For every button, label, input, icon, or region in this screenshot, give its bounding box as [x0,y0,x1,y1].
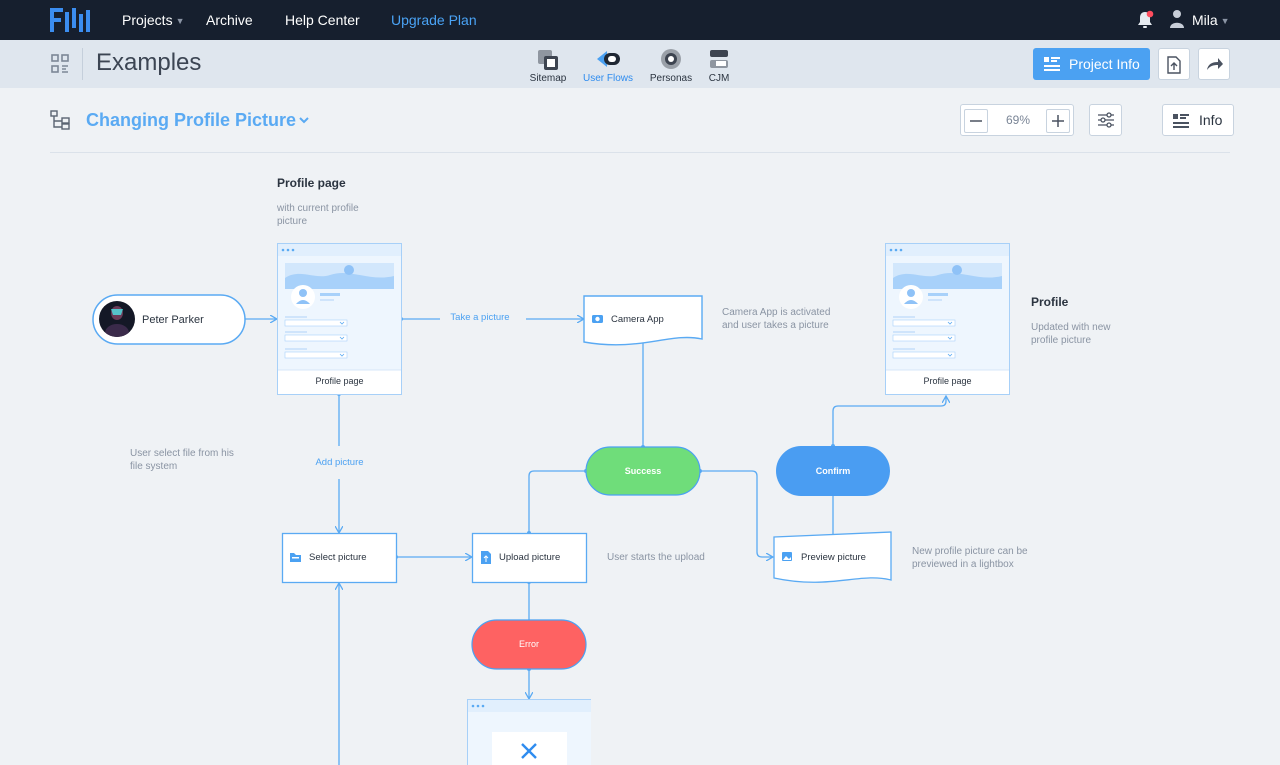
camera-icon [592,315,603,323]
connector-confirm-to-result [832,396,946,446]
export-button[interactable] [1158,48,1190,80]
tab-user-flows-label: User Flows [582,73,633,84]
upload-desc: User starts the upload [607,552,705,563]
result-desc-line1: Updated with new [1031,322,1111,333]
top-navigation-bar: Projects ▼ Archive Help Center Upgrade Pl… [0,0,1280,40]
user-name: Mila [1192,12,1218,28]
file-desc-line1: User select file from his [130,448,234,459]
info-button-label: Info [1199,112,1223,128]
share-arrow-icon [1207,58,1223,70]
notification-bell-icon[interactable] [1136,10,1154,30]
result-profile-screen-card[interactable]: Profile page [885,243,1010,395]
file-desc-line2: file system [130,461,177,472]
upload-picture-node[interactable]: Upload picture [471,532,588,584]
connector-success-to-upload [528,470,586,533]
zoom-out-button[interactable] [964,109,988,133]
result-card-label: Profile page [923,376,971,386]
error-node[interactable]: Error [471,619,587,670]
project-info-button[interactable]: Project Info [1033,48,1150,80]
project-header: Examples Sitemap User Flows Personas CJM… [0,40,1280,88]
camera-app-node[interactable]: Camera App [583,295,703,346]
personas-icon [661,49,681,69]
chevron-down-icon [299,117,309,124]
share-button[interactable] [1198,48,1230,80]
chevron-down-icon: ▼ [1220,16,1230,26]
chevron-down-icon: ▼ [175,16,185,26]
user-menu[interactable]: Mila ▼ [1192,12,1230,28]
grid-icon[interactable] [51,54,70,74]
camera-desc-line1: Camera App is activated [722,307,830,318]
camera-app-label: Camera App [611,314,664,325]
error-label: Error [519,639,539,649]
user-flow-icon [50,110,70,130]
user-avatar-icon[interactable] [1169,9,1185,29]
nav-projects-label: Projects [122,12,173,28]
sliders-icon [1098,112,1114,128]
zoom-in-button[interactable] [1046,109,1070,133]
tab-cjm[interactable]: CJM [689,48,749,84]
profile-page-screen-card[interactable]: Profile page [277,243,402,395]
tab-user-flows[interactable]: User Flows [578,48,638,84]
preview-picture-label: Preview picture [801,552,866,563]
add-picture-link[interactable]: Add picture [315,457,363,468]
profile-card-label: Profile page [315,376,363,386]
flow-title: Changing Profile Picture [86,110,297,130]
profile-page-heading: Profile page [277,176,346,190]
nav-upgrade-plan[interactable]: Upgrade Plan [391,12,477,29]
export-file-icon [1167,56,1181,74]
info-list-icon [1173,114,1189,128]
upload-file-icon [481,551,491,564]
success-label: Success [625,466,662,476]
settings-button[interactable] [1089,104,1122,136]
project-info-label: Project Info [1069,56,1140,72]
select-picture-node[interactable]: Select picture [281,532,398,584]
header-divider [82,48,83,80]
header-separator [50,152,1230,153]
nav-archive[interactable]: Archive [206,12,253,29]
minus-icon [970,120,982,122]
confirm-label: Confirm [816,466,851,476]
nav-projects[interactable]: Projects ▼ [122,12,185,30]
result-desc-line2: profile picture [1031,335,1091,346]
plus-icon [1052,115,1064,127]
take-picture-link[interactable]: Take a picture [450,312,509,323]
sitemap-icon [538,50,558,70]
image-icon [782,552,792,561]
camera-desc-line2: and user takes a picture [722,320,829,331]
preview-picture-node[interactable]: Preview picture [773,531,892,583]
zoom-control: 69% [960,104,1074,136]
success-node[interactable]: Success [585,446,701,496]
zoom-level: 69% [1005,113,1031,127]
person-name: Peter Parker [142,314,204,326]
profile-page-desc-line1: with current profile [276,203,359,214]
cjm-icon [710,50,728,68]
connector-dots [337,317,835,671]
result-heading: Profile [1031,295,1069,309]
tab-cjm-label: CJM [708,73,730,84]
select-picture-label: Select picture [309,552,367,563]
error-screen-card[interactable] [467,699,592,765]
preview-desc-line1: New profile picture can be [912,546,1028,557]
profile-page-desc-line2: picture [277,216,307,227]
tab-sitemap[interactable]: Sitemap [518,48,578,84]
page-title: Examples [96,49,202,76]
user-flows-icon [597,51,620,67]
nav-help-center[interactable]: Help Center [285,12,360,29]
connector-success-to-preview [700,470,773,557]
person-node[interactable]: Peter Parker [92,294,246,345]
app-logo-icon[interactable] [50,8,92,32]
tab-sitemap-label: Sitemap [529,73,567,84]
upload-picture-label: Upload picture [499,552,560,563]
flow-selector[interactable]: Changing Profile Picture [86,110,309,131]
preview-desc-line2: previewed in a lightbox [912,559,1014,570]
info-button[interactable]: Info [1162,104,1234,136]
confirm-node[interactable]: Confirm [776,446,890,496]
info-list-icon [1044,57,1060,71]
